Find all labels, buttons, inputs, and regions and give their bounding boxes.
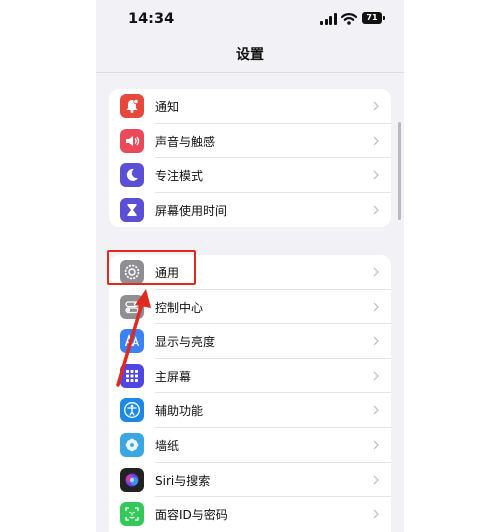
settings-item-display[interactable]: 显示与亮度	[109, 324, 391, 359]
settings-item-label: 墙纸	[155, 438, 180, 453]
accessibility-icon	[120, 398, 144, 423]
settings-item-screen-time[interactable]: 屏幕使用时间	[109, 193, 391, 227]
grid-icon	[120, 363, 144, 388]
cellular-signal-icon	[320, 13, 337, 25]
flower-icon	[120, 432, 144, 457]
chevron-right-icon	[373, 170, 379, 180]
chevron-right-icon	[373, 101, 379, 111]
settings-item-label: 控制中心	[155, 300, 204, 315]
settings-item-accessibility[interactable]: 辅助功能	[109, 393, 391, 428]
settings-item-notifications[interactable]: 通知	[109, 89, 391, 124]
bell-icon	[120, 94, 144, 118]
page-title: 设置	[236, 47, 264, 63]
status-time: 14:34	[128, 11, 175, 27]
toggles-icon	[120, 294, 144, 319]
moon-icon	[120, 163, 144, 188]
chevron-right-icon	[373, 136, 379, 146]
settings-item-home-screen[interactable]: 主屏幕	[109, 359, 391, 394]
chevron-right-icon	[373, 440, 379, 450]
status-bar: 14:34 71	[96, 0, 404, 40]
settings-group-2: 通用 控制中心 显示与亮度 主屏幕 辅助功能 墙纸 Siri与搜索 面容ID与密…	[109, 255, 391, 532]
hourglass-icon	[120, 197, 144, 222]
chevron-right-icon	[373, 336, 379, 346]
settings-item-control-center[interactable]: 控制中心	[109, 290, 391, 325]
settings-item-label: 屏幕使用时间	[155, 203, 228, 218]
siri-icon	[120, 467, 144, 492]
settings-item-label: 通知	[155, 100, 180, 114]
chevron-right-icon	[373, 509, 379, 519]
battery-icon: 71	[362, 12, 385, 24]
settings-item-label: 专注模式	[155, 169, 204, 184]
speaker-icon	[120, 128, 144, 153]
faceid-icon	[120, 502, 144, 527]
settings-item-focus[interactable]: 专注模式	[109, 158, 391, 193]
nav-divider	[96, 72, 404, 73]
chevron-right-icon	[373, 475, 379, 485]
settings-item-siri[interactable]: Siri与搜索	[109, 463, 391, 498]
aa-icon	[120, 329, 144, 354]
settings-item-label: 辅助功能	[155, 404, 204, 419]
settings-item-label: 主屏幕	[155, 369, 192, 384]
settings-group-1: 通知 声音与触感 专注模式 屏幕使用时间	[109, 89, 391, 227]
settings-item-label: 面容ID与密码	[155, 508, 228, 523]
settings-item-label: 声音与触感	[155, 134, 216, 149]
chevron-right-icon	[373, 405, 379, 415]
chevron-right-icon	[373, 371, 379, 381]
settings-item-sounds[interactable]: 声音与触感	[109, 124, 391, 159]
settings-item-label: 显示与亮度	[155, 335, 216, 350]
wifi-icon	[341, 13, 357, 25]
scrollbar[interactable]	[398, 122, 401, 220]
chevron-right-icon	[373, 205, 379, 215]
settings-item-label: Siri与搜索	[155, 473, 211, 488]
chevron-right-icon	[373, 302, 379, 312]
highlight-box	[107, 250, 196, 285]
settings-item-wallpaper[interactable]: 墙纸	[109, 428, 391, 463]
settings-item-face-id[interactable]: 面容ID与密码	[109, 497, 391, 532]
chevron-right-icon	[373, 267, 379, 277]
